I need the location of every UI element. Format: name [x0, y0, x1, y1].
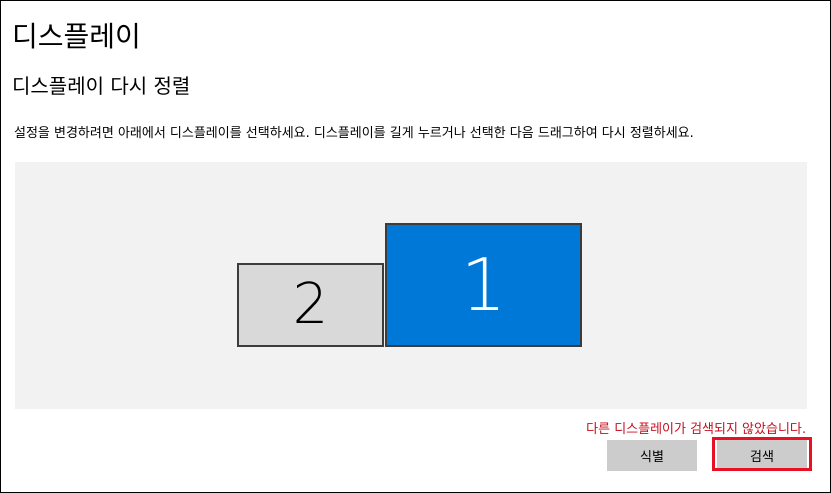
page-title: 디스플레이 — [12, 20, 141, 53]
identify-button[interactable]: 식별 — [607, 440, 697, 471]
display-arrangement-area[interactable]: 2 1 — [15, 162, 807, 409]
display-1-tile[interactable]: 1 — [385, 223, 582, 347]
display-2-number: 2 — [292, 272, 329, 337]
section-title: 디스플레이 다시 정렬 — [12, 74, 191, 98]
status-message: 다른 디스플레이가 검색되지 않았습니다. — [586, 422, 806, 437]
settings-window: 디스플레이 디스플레이 다시 정렬 설정을 변경하려면 아래에서 디스플레이를 … — [0, 0, 831, 493]
detect-button[interactable]: 검색 — [717, 440, 807, 471]
instructions-text: 설정을 변경하려면 아래에서 디스플레이를 선택하세요. 디스플레이를 길게 누… — [14, 126, 694, 141]
display-2-tile[interactable]: 2 — [237, 263, 384, 347]
display-1-number: 1 — [460, 243, 507, 327]
